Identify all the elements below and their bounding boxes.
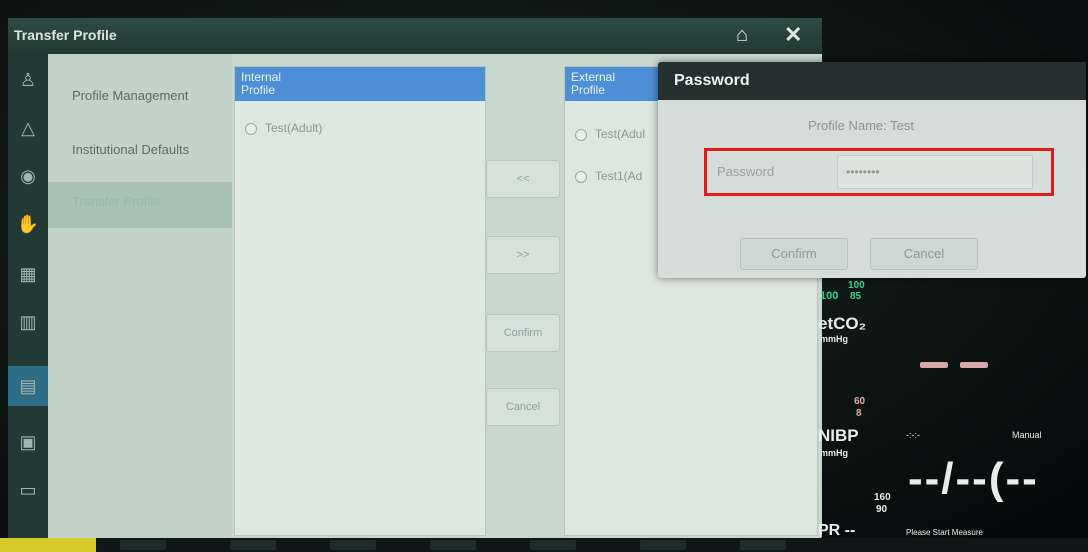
vitals-panel: 100 100 85 etCO₂ mmHg 60 8 NIBP mmHg -:-… bbox=[814, 278, 1088, 552]
header-line: Profile bbox=[571, 83, 606, 97]
grid-icon[interactable]: ▦ bbox=[16, 262, 40, 286]
spo2-upper-limit: 100 bbox=[848, 280, 865, 291]
document-icon[interactable]: ▣ bbox=[16, 430, 40, 454]
etco2-lower-limit: 8 bbox=[856, 408, 862, 419]
nibp-label: NIBP bbox=[818, 426, 859, 445]
confirm-button[interactable]: Confirm bbox=[486, 314, 560, 352]
move-left-button[interactable]: << bbox=[486, 160, 560, 198]
list-item-label: Test(Adul bbox=[595, 127, 646, 141]
radio-icon[interactable] bbox=[245, 122, 257, 135]
monitor-icon[interactable]: ▭ bbox=[16, 478, 40, 502]
nav-item-transfer-profile[interactable]: Transfer Profile bbox=[48, 182, 232, 228]
nibp-upper-limit: 160 bbox=[874, 492, 891, 503]
password-dialog: Password Profile Name: Test Password •••… bbox=[658, 62, 1086, 278]
close-icon[interactable]: ✕ bbox=[784, 22, 802, 48]
internal-profile-list: Internal Profile Test(Adult) bbox=[234, 66, 486, 536]
radio-icon[interactable] bbox=[575, 170, 587, 183]
list-item-label: Test1(Ad bbox=[595, 169, 643, 183]
bottom-button[interactable] bbox=[530, 540, 576, 550]
hand-icon[interactable]: ✋ bbox=[16, 212, 40, 236]
etco2-label: etCO₂ bbox=[818, 314, 867, 333]
left-icon-strip: ♙ △ ◉ ✋ ▦ ▥ ▤ ▣ ▭ bbox=[8, 54, 48, 538]
bottom-alarm-button[interactable] bbox=[0, 538, 96, 552]
nav-item-institutional-defaults[interactable]: Institutional Defaults bbox=[48, 130, 232, 170]
cancel-button[interactable]: Cancel bbox=[486, 388, 560, 426]
external-profile-header: External Profile bbox=[565, 67, 665, 101]
header-line: Profile bbox=[241, 83, 276, 97]
bars-icon[interactable]: ▥ bbox=[16, 310, 40, 334]
bottom-button[interactable] bbox=[120, 540, 166, 550]
internal-profile-header: Internal Profile bbox=[235, 67, 485, 101]
title-bar: Transfer Profile ⌂ ✕ bbox=[8, 18, 822, 54]
password-row-highlight: Password •••••••• bbox=[704, 148, 1054, 196]
etco2-dash bbox=[920, 362, 948, 368]
move-right-button[interactable]: >> bbox=[486, 236, 560, 274]
password-input[interactable]: •••••••• bbox=[837, 155, 1033, 189]
password-cancel-button[interactable]: Cancel bbox=[870, 238, 978, 270]
nibp-mode: Manual bbox=[1012, 430, 1042, 440]
profile-icon[interactable]: ▤ bbox=[8, 366, 48, 406]
bottom-button[interactable] bbox=[430, 540, 476, 550]
profile-name-label: Profile Name: Test bbox=[808, 118, 914, 133]
bottom-button[interactable] bbox=[330, 540, 376, 550]
list-item-label: Test(Adult) bbox=[265, 121, 323, 135]
etco2-dash bbox=[960, 362, 988, 368]
window-title: Transfer Profile bbox=[14, 27, 117, 43]
nav-menu: Profile Management Institutional Default… bbox=[48, 54, 232, 538]
nav-item-profile-management[interactable]: Profile Management bbox=[48, 76, 232, 116]
nibp-prompt: Please Start Measure bbox=[906, 528, 983, 537]
list-item[interactable]: Test1(Ad bbox=[575, 169, 642, 183]
spo2-lower-limit: 85 bbox=[850, 291, 862, 302]
etco2-unit: mmHg bbox=[820, 334, 849, 344]
etco2-upper-limit: 60 bbox=[854, 396, 866, 407]
bottom-button[interactable] bbox=[230, 540, 276, 550]
nibp-lower-limit: 90 bbox=[876, 504, 888, 515]
list-item[interactable]: Test(Adult) bbox=[245, 121, 322, 135]
list-item[interactable]: Test(Adul bbox=[575, 127, 645, 141]
radio-icon[interactable] bbox=[575, 128, 587, 141]
password-label: Password bbox=[717, 164, 775, 179]
bottom-button[interactable] bbox=[740, 540, 786, 550]
alarm-icon[interactable]: △ bbox=[16, 116, 40, 140]
nibp-time: -:-:- bbox=[906, 430, 920, 440]
password-confirm-button[interactable]: Confirm bbox=[740, 238, 848, 270]
header-line: Internal bbox=[241, 70, 282, 84]
eye-icon[interactable]: ◉ bbox=[16, 164, 40, 188]
user-icon[interactable]: ♙ bbox=[16, 68, 40, 92]
nibp-unit: mmHg bbox=[820, 448, 849, 458]
password-dialog-title: Password bbox=[658, 62, 1086, 100]
nibp-value: --/--(-- bbox=[908, 454, 1039, 503]
bottom-button[interactable] bbox=[640, 540, 686, 550]
spo2-scale: 100 bbox=[820, 290, 839, 302]
home-icon[interactable]: ⌂ bbox=[736, 24, 748, 47]
